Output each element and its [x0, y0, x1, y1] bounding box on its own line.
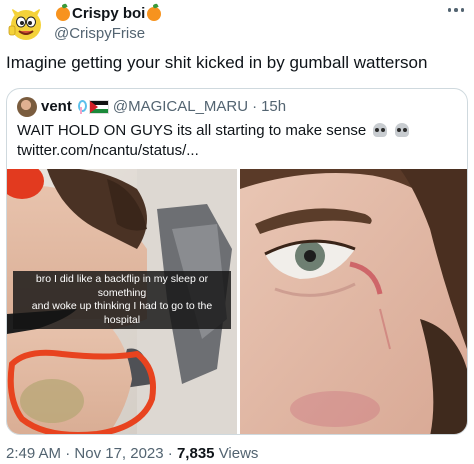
quote-handle[interactable]: @MAGICAL_MARU [113, 97, 248, 117]
tweet-header: Crispy boi @CrispyFrise [6, 2, 466, 46]
author-display-name[interactable]: Crispy boi [54, 4, 163, 24]
more-options-icon[interactable] [447, 8, 464, 12]
quoted-tweet[interactable]: vent @MAGICAL_MARU · 15h WAIT HOLD ON GU… [6, 88, 468, 435]
orange-icon [56, 7, 70, 21]
author-avatar[interactable] [6, 4, 46, 44]
views-count[interactable]: 7,835 [177, 445, 215, 462]
views-label: Views [218, 445, 259, 462]
quote-header: vent @MAGICAL_MARU · 15h [17, 97, 286, 117]
author-names: Crispy boi @CrispyFrise [54, 4, 163, 44]
quote-text: WAIT HOLD ON GUYS its all starting to ma… [17, 121, 457, 161]
quote-avatar[interactable] [17, 97, 37, 117]
tweet-date[interactable]: Nov 17, 2023 [74, 445, 163, 462]
author-display-name-text: Crispy boi [72, 5, 146, 22]
quote-text-line1: WAIT HOLD ON GUYS its all starting to ma… [17, 122, 367, 139]
quote-link[interactable]: twitter.com/ncantu/status/... [17, 141, 457, 161]
photo-shoulder[interactable]: bro I did like a backflip in my sleep or… [7, 169, 237, 434]
quote-display-name[interactable]: vent [41, 97, 72, 117]
tweet-footer: 2:49 AM · Nov 17, 2023 · 7,835 Views [6, 444, 258, 464]
photo-caption: bro I did like a backflip in my sleep or… [13, 271, 231, 329]
skull-icon [394, 123, 409, 137]
footer-separator: · [167, 445, 173, 462]
eye-photo-image [240, 169, 467, 434]
skull-icon [373, 123, 388, 137]
orange-icon [147, 7, 162, 21]
tweet-text: Imagine getting your shit kicked in by g… [6, 53, 428, 72]
quote-separator: · [252, 98, 258, 115]
tweet-time[interactable]: 2:49 AM [6, 445, 61, 462]
photo-caption-line1: bro I did like a backflip in my sleep or… [35, 273, 209, 299]
photo-eye[interactable] [240, 169, 467, 434]
quote-time[interactable]: 15h [261, 97, 286, 117]
cartoon-face-icon [8, 8, 41, 40]
footer-separator: · [65, 445, 71, 462]
photo-caption-line2: and woke up thinking I had to go to the … [31, 300, 213, 326]
palestine-flag-icon [88, 100, 109, 114]
quote-media: bro I did like a backflip in my sleep or… [7, 169, 467, 434]
author-handle[interactable]: @CrispyFrise [54, 24, 163, 44]
awareness-ribbon-icon [76, 100, 87, 114]
